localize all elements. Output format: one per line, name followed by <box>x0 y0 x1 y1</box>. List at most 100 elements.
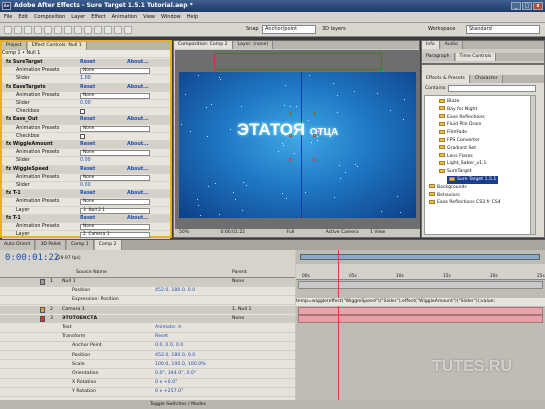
effect-property[interactable]: Checkbox <box>2 133 170 142</box>
reset-link[interactable]: Reset <box>80 59 95 67</box>
layer-handle[interactable] <box>313 134 316 137</box>
close-button[interactable]: x <box>533 2 543 10</box>
tab-comp-2[interactable]: Comp 2 <box>94 240 122 250</box>
property-value[interactable]: Animate: ⊙ <box>155 324 182 333</box>
property-dropdown[interactable]: None <box>80 92 150 99</box>
layer-bar[interactable] <box>298 281 543 289</box>
menu-file[interactable]: File <box>4 14 12 20</box>
view-layout-select[interactable]: 1 View <box>370 230 385 235</box>
parent-select[interactable]: None <box>232 278 244 287</box>
about-link[interactable]: About... <box>127 215 149 223</box>
property-value[interactable]: 0.00 <box>80 100 91 108</box>
reset-link[interactable]: Reset <box>80 166 95 174</box>
type-tool-icon[interactable] <box>84 26 92 34</box>
reset-link[interactable]: Reset <box>80 190 95 198</box>
timeline-layer-row[interactable]: 2 Camera 1 1. Null 1 <box>0 305 295 315</box>
timeline-property-row[interactable]: Y Rotation 0 x +257.0° <box>0 388 295 397</box>
tab-effects-presets[interactable]: Effects & Presets <box>422 75 470 83</box>
property-dropdown[interactable]: 3. Null 2 1 <box>80 207 150 214</box>
property-checkbox[interactable] <box>80 133 85 139</box>
property-value[interactable]: 0.0, 0.0, 0.0 <box>155 342 183 351</box>
layer-handle[interactable] <box>313 112 316 115</box>
layer-label-color[interactable] <box>40 306 45 313</box>
workspace-select[interactable]: Standard <box>466 25 540 34</box>
maximize-button[interactable]: □ <box>522 2 532 10</box>
effect-header[interactable]: fx WiggleSpeed Reset About... <box>2 165 170 174</box>
layer-label-color[interactable] <box>40 279 45 285</box>
effect-property[interactable]: Slider 1.00 <box>2 75 170 84</box>
property-dropdown[interactable]: None <box>80 125 150 132</box>
tab-composition[interactable]: Composition: Comp 2 <box>174 41 233 49</box>
effect-property[interactable]: Layer 3. Null 2 1 <box>2 207 170 215</box>
mask-tool-icon[interactable] <box>64 26 72 34</box>
layer-handle[interactable] <box>289 158 292 161</box>
effects-item[interactable]: Ease Reflections CS3 fr CS4 <box>429 199 501 207</box>
selection-tool-icon[interactable] <box>4 26 12 34</box>
effect-property[interactable]: Slider 0.00 <box>2 100 170 109</box>
property-value[interactable]: Reset <box>155 333 168 342</box>
effects-item[interactable]: Ease Reflections <box>439 114 485 122</box>
layer-bar[interactable] <box>298 315 543 323</box>
hand-tool-icon[interactable] <box>14 26 22 34</box>
menu-edit[interactable]: Edit <box>18 14 28 20</box>
time-ruler[interactable]: 00s 05s 10s 15s 20s 25s <box>296 264 545 280</box>
effects-scrollbar[interactable] <box>530 96 535 234</box>
expression-text[interactable]: temp=wiggle(effect("WiggleSpeed")("Slide… <box>296 298 545 306</box>
effect-property[interactable]: Animation Presets None <box>2 174 170 183</box>
snap-mode-select[interactable]: Anchor/point <box>262 25 316 34</box>
tab-audio[interactable]: Audio <box>440 41 463 49</box>
timeline-property-row[interactable]: Position 452.0, 180.0, 0.0 <box>0 352 295 361</box>
effects-item[interactable]: Backgrounds <box>429 184 467 192</box>
property-checkbox[interactable] <box>80 109 85 115</box>
effect-header[interactable]: fx WiggleAmount Reset About... <box>2 141 170 150</box>
property-value[interactable]: 0 x +257.0° <box>155 388 183 397</box>
zoom-select[interactable]: 50% <box>179 230 189 235</box>
effect-property[interactable]: Animation Presets None <box>2 67 170 76</box>
about-link[interactable]: About... <box>127 59 149 67</box>
tab-comp-1[interactable]: Comp 1 <box>66 240 94 250</box>
timeline-property-row[interactable]: Expression: Position <box>0 296 295 305</box>
toggle-switches-modes-button[interactable]: Toggle Switches / Modes <box>150 402 206 407</box>
tab-project[interactable]: Project <box>2 42 27 50</box>
reset-link[interactable]: Reset <box>80 141 95 149</box>
effect-property[interactable]: Animation Presets None <box>2 125 170 133</box>
effects-item[interactable]: FilmFade <box>439 129 467 137</box>
pen-tool-icon[interactable] <box>74 26 82 34</box>
effects-item[interactable]: Behaviors <box>429 192 460 200</box>
tab-info[interactable]: Info <box>422 41 440 49</box>
about-link[interactable]: About... <box>127 141 149 149</box>
effects-item[interactable]: SureTarget <box>439 168 472 176</box>
property-value[interactable]: 0 x +0.0° <box>155 379 177 388</box>
reset-link[interactable]: Reset <box>80 84 95 92</box>
timeline-property-row[interactable]: Anchor Point 0.0, 0.0, 0.0 <box>0 342 295 351</box>
tab-paragraph[interactable]: Paragraph <box>422 53 455 61</box>
effects-item[interactable]: Fluid Pile Drain <box>439 121 481 129</box>
tab-time-controls[interactable]: Time Controls <box>455 53 497 61</box>
effect-header[interactable]: fx EaseTargets Reset About... <box>2 83 170 92</box>
minimize-button[interactable]: _ <box>511 2 521 10</box>
menu-effect[interactable]: Effect <box>91 14 105 20</box>
parent-select[interactable]: 1. Null 1 <box>232 306 252 315</box>
timeline-property-row[interactable]: Position 452.0, 180.0, 0.0 <box>0 287 295 296</box>
rotate-tool-icon[interactable] <box>34 26 42 34</box>
menu-help[interactable]: Help <box>187 14 198 20</box>
effect-property[interactable]: Animation Presets None <box>2 223 170 232</box>
property-dropdown[interactable]: None <box>80 224 150 230</box>
camera-tool-icon[interactable] <box>44 26 52 34</box>
effect-property[interactable]: Animation Presets None <box>2 92 170 101</box>
tab-character[interactable]: Character <box>470 75 503 83</box>
work-area-bar[interactable] <box>300 254 540 260</box>
tab-layer[interactable]: Layer: (none) <box>233 41 274 49</box>
property-value[interactable]: 452.0, 180.0, 0.0 <box>155 352 195 361</box>
effects-item[interactable]: Gradient Set <box>439 145 476 153</box>
property-dropdown[interactable]: None <box>80 68 150 75</box>
menu-view[interactable]: View <box>143 14 155 20</box>
reset-link[interactable]: Reset <box>80 215 95 223</box>
effect-property[interactable]: Slider 0.00 <box>2 182 170 191</box>
timeline-property-row[interactable]: X Rotation 0 x +0.0° <box>0 379 295 388</box>
property-dropdown[interactable]: None <box>80 174 150 181</box>
layer-handle[interactable] <box>313 158 316 161</box>
effects-item[interactable]: Bay for Night <box>439 106 477 114</box>
timeline-property-row[interactable]: Text Animate: ⊙ <box>0 324 295 333</box>
effects-item[interactable]: Sure Target 1.5.1 <box>447 176 499 184</box>
